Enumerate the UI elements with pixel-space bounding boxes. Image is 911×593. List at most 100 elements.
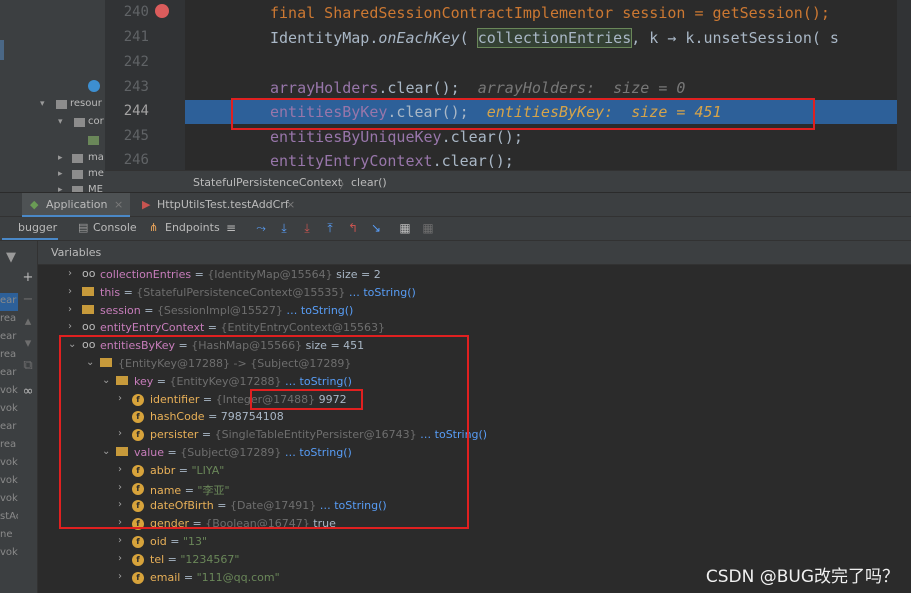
chevron-right-icon[interactable]: › [68,286,72,297]
code-line[interactable]: entitiesByUniqueKey.clear(); [270,128,523,146]
tostring-link[interactable]: … toString() [345,286,416,299]
code-token: arrayHolders [270,79,379,97]
step-into-icon[interactable]: ⤓ [300,221,314,235]
frame-item[interactable]: stAc [0,511,18,522]
close-icon[interactable]: × [114,198,123,211]
step-out-icon[interactable]: ⤒ [323,221,337,235]
tab-label: Application [46,198,108,211]
variable-text: collectionEntries = {IdentityMap@15564} … [100,268,381,281]
tab-debugger[interactable]: bugger [18,221,57,237]
chevron-right-icon: ▸ [58,169,63,179]
object-icon [82,307,94,311]
code-line[interactable]: arrayHolders.clear(); arrayHolders: size… [270,79,685,97]
chevron-right-icon[interactable]: › [68,321,72,332]
tab-endpoints[interactable]: Endpoints [165,221,220,237]
tree-item-meta[interactable]: ▸ ME [0,182,105,192]
variable-name: session [100,303,141,317]
breadcrumb-class[interactable]: StatefulPersistenceContext [193,176,342,189]
run-config-icon: ◆ [30,198,39,211]
frame-item[interactable]: voke [0,493,18,504]
chevron-right-icon[interactable]: › [68,304,72,315]
code-line[interactable]: final SharedSessionContractImplementor s… [270,4,830,22]
tree-item-resources[interactable]: ▾ resour [0,96,105,114]
line-number: 241 [123,29,149,45]
frame-item[interactable]: voke [0,403,18,414]
breadcrumb-method[interactable]: clear() [351,176,387,189]
tab-label: HttpUtilsTest.testAddCrf [157,198,289,211]
breadcrumb: StatefulPersistenceContext 〉 clear() [105,170,911,192]
tree-item-label: ma [88,152,104,163]
variable-name: oid [150,535,167,548]
evaluate-expression-icon[interactable]: ▦ [398,221,412,235]
line-number: 240 [123,4,149,20]
tab-application[interactable]: ◆ Application × [22,193,130,217]
show-execution-point-icon[interactable]: ⤳ [254,221,268,235]
variable-row[interactable]: › this = {StatefulPersistenceContext@1553… [38,284,911,302]
variable-name: this [100,285,121,299]
duplicate-icon[interactable]: ⧉ [21,359,35,373]
variable-type: {IdentityMap@15564} [207,268,333,281]
variable-equals: = [120,285,137,299]
tab-console[interactable]: Console [93,221,137,237]
variable-row[interactable]: › session = {SessionImpl@15527} … toStrin… [38,302,911,320]
code-line[interactable]: IdentityMap.onEachKey( collectionEntries… [270,28,839,48]
variable-equals: = [164,552,181,566]
frame-item[interactable]: voke [0,547,18,558]
drop-frame-icon[interactable]: ↰ [346,221,360,235]
chevron-right-icon[interactable]: › [68,268,72,279]
breakpoint-icon[interactable] [155,4,169,18]
code-line[interactable]: entityEntryContext.clear(); [270,152,514,170]
variable-type: {SessionImpl@15527} [156,303,283,317]
move-down-icon[interactable]: ▾ [21,337,35,351]
tree-item-com[interactable]: ▾ cor [0,114,105,132]
project-tree-panel: ▾ resour ▾ cor ▸ ma ▸ me ▸ ME [0,0,105,192]
variable-text: session = {SessionImpl@15527} … toString… [100,304,353,317]
step-over-icon[interactable]: ⤓ [277,221,291,235]
variable-type: {StatefulPersistenceContext@15535} [136,285,346,299]
frame-item[interactable]: ear [0,295,18,306]
chevron-right-icon[interactable]: › [118,535,122,546]
tree-item-module[interactable] [0,78,105,96]
code-editor[interactable]: 240 241 242 243 244 245 246 final Shared… [105,0,911,170]
move-up-icon[interactable]: ▴ [21,315,35,329]
annotation-box-entities [59,335,469,529]
add-watch-icon[interactable]: + [21,271,35,285]
editor-scrollbar[interactable] [897,0,911,170]
code-token: IdentityMap. [270,29,379,47]
table-view-icon[interactable]: ▦ [421,221,435,235]
chevron-right-icon[interactable]: › [118,571,122,582]
close-icon[interactable]: × [286,198,295,211]
chevron-right-icon[interactable]: › [118,553,122,564]
code-token: collectionEntries [476,28,633,48]
run-to-cursor-icon[interactable]: ↘ [369,221,383,235]
frame-item[interactable]: ear [0,331,18,342]
variable-string-value: "1234567" [180,552,240,566]
tostring-link[interactable]: … toString() [283,304,353,317]
frame-item[interactable]: ear [0,367,18,378]
field-icon: f [132,553,144,566]
variable-string-value: "111@qq.com" [196,570,280,584]
folder-icon [72,170,83,179]
frame-item[interactable]: voke [0,457,18,468]
line-number: 244 [123,103,149,119]
filter-icon[interactable]: ▼ [4,251,18,265]
frame-item[interactable]: ne [0,529,18,540]
chevron-down-icon: ▾ [58,117,63,127]
remove-watch-icon[interactable]: − [21,293,35,307]
menu-icon[interactable]: ≡ [224,221,238,235]
variable-name: tel [150,552,165,566]
frame-item[interactable]: voke [0,385,18,396]
line-number: 242 [123,54,149,70]
code-token: , k → k.unsetSession( s [631,29,839,47]
tab-httputils-test[interactable]: ▶ HttpUtilsTest.testAddCrf × [140,193,310,217]
frame-item[interactable]: rea [0,313,18,324]
frame-item[interactable]: rea [0,439,18,450]
frame-item[interactable]: rea [0,349,18,360]
variables-header: Variables [38,241,911,265]
variable-row[interactable]: › oo collectionEntries = {IdentityMap@1556… [38,266,911,284]
tree-item-chart[interactable] [0,132,105,150]
frame-item[interactable]: ear [0,421,18,432]
variable-row[interactable]: › f oid = "13" [38,533,911,551]
frame-item[interactable]: voke [0,475,18,486]
glasses-icon[interactable]: ∞ [21,385,35,399]
